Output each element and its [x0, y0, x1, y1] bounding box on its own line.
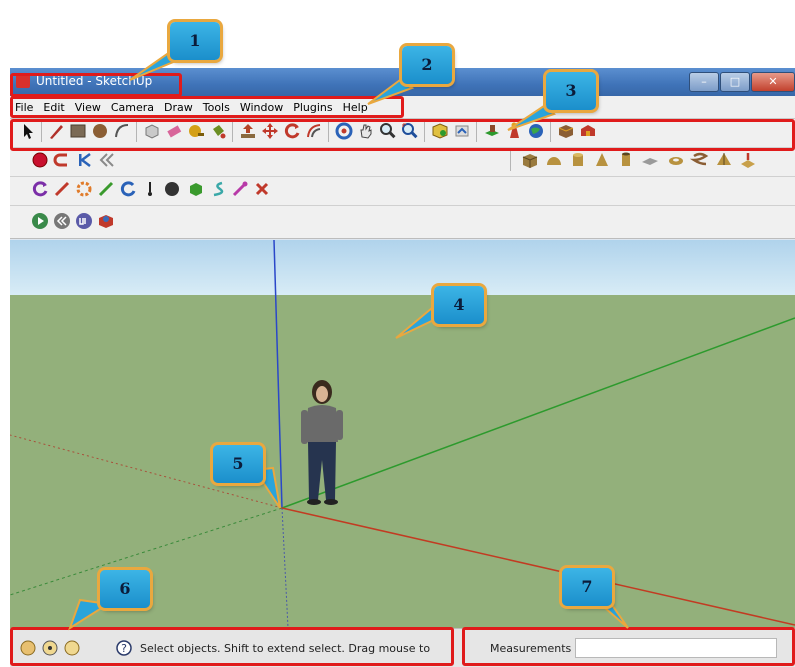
maximize-icon[interactable]: □ [720, 72, 750, 92]
record-icon[interactable] [30, 150, 50, 170]
ui-settings-icon[interactable] [74, 211, 94, 231]
previous-scene-icon[interactable] [52, 211, 72, 231]
delete-x-icon[interactable] [252, 179, 272, 199]
line-green-icon[interactable] [96, 179, 116, 199]
highlight-toolbar [10, 119, 795, 151]
helix-primitive-icon[interactable] [690, 150, 710, 170]
cube-green-icon[interactable] [186, 179, 206, 199]
green-axis [281, 317, 795, 509]
close-icon[interactable]: ✕ [751, 72, 795, 92]
rotate-cw-icon[interactable] [30, 179, 50, 199]
pin-icon[interactable] [140, 179, 160, 199]
magnet-icon[interactable] [52, 150, 72, 170]
sphere-icon[interactable] [162, 179, 182, 199]
callout-5-box: 5 [213, 445, 263, 483]
scenes-toolbar [10, 206, 795, 239]
wand-icon[interactable] [230, 179, 250, 199]
callout-2-box: 2 [402, 46, 452, 84]
torus-primitive-icon[interactable] [666, 150, 686, 170]
minimize-icon[interactable]: – [689, 72, 719, 92]
secondary-toolbar [10, 148, 795, 177]
wave-icon[interactable] [208, 179, 228, 199]
first-frame-icon[interactable] [74, 150, 94, 170]
window-controls: – □ ✕ [688, 72, 795, 92]
callout-3-box: 3 [546, 72, 596, 110]
callout-7-box: 7 [562, 568, 612, 606]
dome-primitive-icon[interactable] [544, 150, 564, 170]
cone-primitive-icon[interactable] [592, 150, 612, 170]
tools-toolbar [10, 177, 795, 206]
callout-4-box: 4 [434, 286, 484, 324]
callout-6-box: 6 [100, 570, 150, 608]
gear-icon[interactable] [74, 179, 94, 199]
rewind-icon[interactable] [96, 150, 116, 170]
line-red-icon[interactable] [52, 179, 72, 199]
refresh-icon[interactable] [118, 179, 138, 199]
cylinder-primitive-icon[interactable] [568, 150, 588, 170]
box-primitive-icon[interactable] [520, 150, 540, 170]
callout-1-box: 1 [170, 22, 220, 60]
scene-component-icon[interactable] [96, 211, 116, 231]
pyramid-primitive-icon[interactable] [714, 150, 734, 170]
play-icon[interactable] [30, 211, 50, 231]
extrude-icon[interactable] [738, 150, 758, 170]
red-axis [281, 507, 795, 626]
plane-primitive-icon[interactable] [640, 150, 660, 170]
tube-primitive-icon[interactable] [616, 150, 636, 170]
